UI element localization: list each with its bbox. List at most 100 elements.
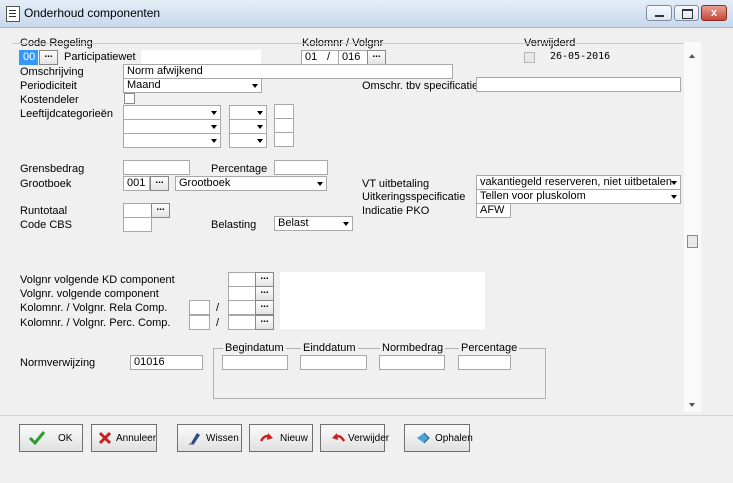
leeftijd-input-3[interactable] [274, 132, 294, 147]
code-cbs-input[interactable] [123, 217, 152, 232]
normverwijzing-input[interactable]: 01016 [130, 355, 203, 370]
nieuw-button[interactable]: Nieuw [249, 424, 313, 452]
verwijderd-checkbox[interactable] [524, 52, 535, 63]
leeftijd-select-6[interactable] [229, 133, 267, 148]
perc-comp-label: Kolomnr. / Volgnr. Perc. Comp. [20, 317, 171, 329]
uitkeringsspecificatie-label: Uitkeringsspecificatie [362, 191, 466, 203]
button-bar-separator [0, 415, 733, 416]
periodiciteit-label: Periodiciteit [20, 80, 77, 92]
minimize-icon [655, 15, 664, 17]
scroll-thumb[interactable] [687, 235, 698, 248]
percentage-input[interactable] [274, 160, 328, 175]
percentage-label: Percentage [211, 163, 268, 175]
regeling-name-field [141, 50, 261, 65]
periodiciteit-select[interactable]: Maand [123, 78, 262, 93]
grootboek-select[interactable]: Grootboek [175, 176, 327, 191]
code-regeling-input[interactable]: 00 [19, 50, 38, 65]
runtotaal-lookup-button[interactable]: ... [151, 203, 170, 218]
volgnr-input[interactable]: 016 [338, 50, 368, 65]
kolomnr-input[interactable]: 01 [301, 50, 343, 65]
einddatum-label: Einddatum [301, 342, 358, 354]
chevron-down-icon [671, 181, 677, 185]
close-button[interactable]: x [701, 5, 727, 21]
delete-arrow-icon [332, 433, 346, 442]
verwijder-button[interactable]: Verwijder [320, 424, 389, 452]
omschr-spec-input[interactable] [476, 77, 681, 92]
vertical-scrollbar[interactable] [684, 42, 701, 412]
rela-lookup-button[interactable]: ... [255, 300, 274, 315]
scroll-down-icon [689, 403, 695, 407]
maximize-button[interactable] [674, 5, 699, 21]
omschrijving-input[interactable]: Norm afwijkend [123, 64, 453, 79]
minimize-button[interactable] [646, 5, 672, 21]
rela-volgnr-input[interactable] [228, 300, 256, 315]
leeftijd-select-1[interactable] [123, 105, 221, 120]
vt-uitbetaling-label: VT uitbetaling [362, 178, 430, 190]
volgnr-kd-label: Volgnr volgende KD component [20, 274, 175, 286]
volgnr-volgende-input[interactable] [228, 286, 256, 301]
leeftijd-select-4[interactable] [229, 119, 267, 134]
einddatum-input[interactable] [300, 355, 367, 370]
perc-slash: / [216, 317, 220, 329]
ophalen-button[interactable]: Ophalen [404, 424, 473, 452]
grootboek-code-input[interactable]: 001 [123, 176, 150, 191]
leeftijd-select-5[interactable] [123, 133, 221, 148]
vt-uitbetaling-value: vakantiegeld reserveren, niet uitbetalen [480, 176, 673, 188]
chevron-down-icon [317, 182, 323, 186]
volgnr-kd-input[interactable] [228, 272, 256, 287]
runtotaal-input[interactable] [123, 203, 152, 218]
normbedrag-label: Normbedrag [380, 342, 446, 354]
annuleer-label: Annuleer [116, 433, 157, 444]
perc-kolomnr-input[interactable] [189, 315, 210, 330]
leeftijd-label: Leeftijdcategorieën [20, 108, 113, 120]
scroll-up-icon [689, 54, 695, 58]
norm-percentage-input[interactable] [458, 355, 511, 370]
rela-slash: / [216, 302, 220, 314]
rela-kolomnr-input[interactable] [189, 300, 210, 315]
indicatie-pko-input[interactable]: AFW [476, 203, 511, 218]
code-regeling-lookup-button[interactable]: ... [39, 50, 58, 65]
chevron-down-icon [211, 139, 217, 143]
volgnr-lookup-button[interactable]: ... [367, 50, 386, 65]
leeftijd-select-3[interactable] [123, 119, 221, 134]
ok-button[interactable]: OK [19, 424, 83, 452]
chevron-down-icon [671, 195, 677, 199]
normverwijzing-label: Normverwijzing [20, 357, 96, 369]
leeftijd-select-2[interactable] [229, 105, 267, 120]
cancel-x-icon [98, 431, 112, 445]
uitkeringsspecificatie-select[interactable]: Tellen voor pluskolom [476, 189, 681, 204]
leeftijd-input-2[interactable] [274, 118, 294, 133]
vt-uitbetaling-select[interactable]: vakantiegeld reserveren, niet uitbetalen [476, 175, 681, 190]
annuleer-button[interactable]: Annuleer [91, 424, 157, 452]
component-info-panel [280, 272, 485, 329]
chevron-down-icon [211, 111, 217, 115]
perc-volgnr-input[interactable] [228, 315, 256, 330]
new-arrow-icon [259, 433, 273, 442]
belasting-select[interactable]: Belast [274, 216, 353, 231]
grensbedrag-input[interactable] [123, 160, 190, 175]
perc-lookup-button[interactable]: ... [255, 315, 274, 330]
regeling-name: Participatiewet [64, 51, 136, 63]
norm-percentage-label: Percentage [459, 342, 520, 354]
wissen-button[interactable]: Wissen [177, 424, 242, 452]
grootboek-label: Grootboek [20, 178, 72, 190]
checkmark-icon [28, 431, 46, 445]
volgnr-volgende-label: Volgnr. volgende component [20, 288, 159, 300]
grootboek-lookup-button[interactable]: ... [150, 176, 169, 191]
chevron-down-icon [257, 125, 263, 129]
leeftijd-input-1[interactable] [274, 104, 294, 119]
omschrijving-label: Omschrijving [20, 66, 84, 78]
normbedrag-input[interactable] [379, 355, 445, 370]
eraser-icon [189, 433, 200, 445]
fetch-icon [417, 432, 430, 444]
verwijderd-date: 26-05-2016 [550, 51, 611, 62]
chevron-down-icon [211, 125, 217, 129]
begindatum-label: Begindatum [223, 342, 286, 354]
begindatum-input[interactable] [222, 355, 288, 370]
wissen-label: Wissen [206, 433, 239, 444]
kostendeler-checkbox[interactable] [124, 93, 135, 104]
verwijder-label: Verwijder [348, 433, 390, 444]
grensbedrag-label: Grensbedrag [20, 163, 85, 175]
chevron-down-icon [343, 222, 349, 226]
kostendeler-label: Kostendeler [20, 94, 79, 106]
